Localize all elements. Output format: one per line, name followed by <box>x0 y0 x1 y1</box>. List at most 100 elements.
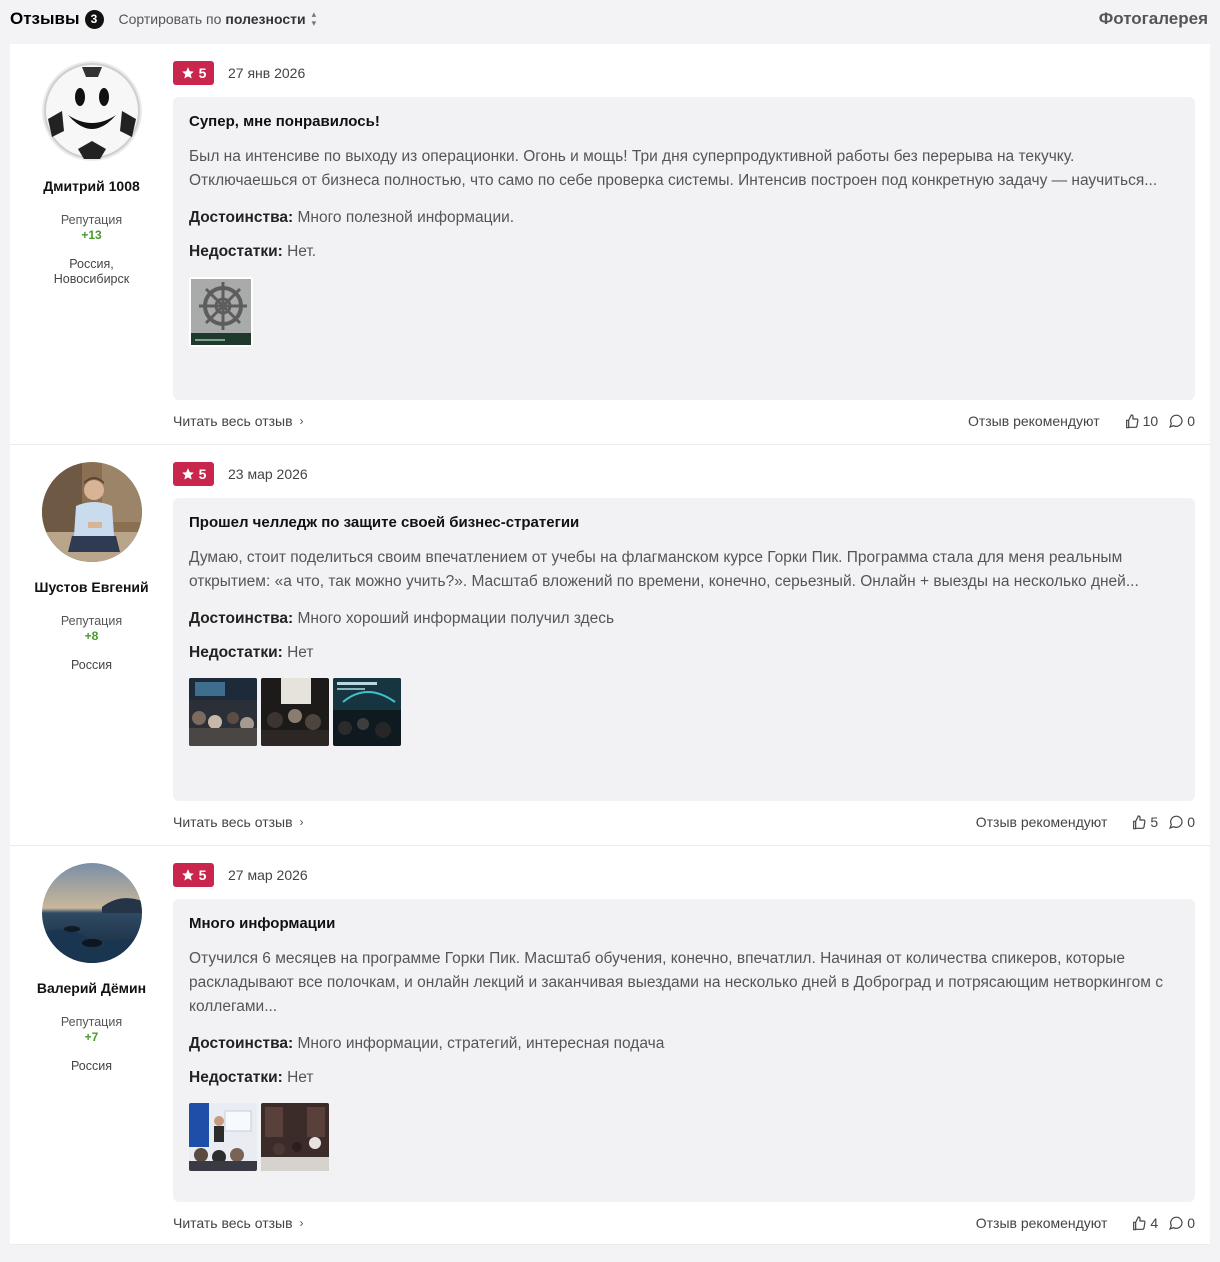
review-cons: Недостатки: Нет <box>189 644 1179 662</box>
author-name[interactable]: Шустов Евгений <box>34 579 148 595</box>
star-icon <box>181 869 194 881</box>
review-headline[interactable]: Прошел челледж по защите своей бизнес-ст… <box>189 514 1179 531</box>
cons-text: Нет. <box>287 243 317 260</box>
author-location: Россия <box>71 1059 112 1073</box>
review-photos <box>189 678 1179 746</box>
rating-value: 5 <box>198 466 207 482</box>
review-pros: Достоинства: Много полезной информации. <box>189 209 1179 227</box>
avatar[interactable] <box>41 61 142 161</box>
chevron-right-icon: › <box>299 1216 304 1230</box>
review-cons: Недостатки: Нет <box>189 1069 1179 1087</box>
thumbs-up-icon <box>1133 1216 1146 1231</box>
review-headline[interactable]: Супер, мне понравилось! <box>189 113 1179 130</box>
review-headline[interactable]: Много информации <box>189 915 1179 932</box>
review-author: Дмитрий 1008 Репутация +13 Россия, Новос… <box>10 44 173 444</box>
review-photos <box>189 277 1179 347</box>
read-full-review-link[interactable]: Читать весь отзыв › <box>173 814 304 830</box>
review-content: 5 23 мар 2026 Прошел челледж по защите с… <box>173 445 1210 845</box>
cons-label: Недостатки: <box>189 644 283 661</box>
chevron-right-icon: › <box>299 414 304 428</box>
review-content: 5 27 мар 2026 Много информации Отучился … <box>173 846 1210 1244</box>
pros-label: Достоинства: <box>189 1035 294 1052</box>
review-content: 5 27 янв 2026 Супер, мне понравилось! Бы… <box>173 44 1210 444</box>
read-more-label: Читать весь отзыв <box>173 1215 293 1231</box>
read-full-review-link[interactable]: Читать весь отзыв › <box>173 1215 304 1231</box>
review-bubble: Много информации Отучился 6 месяцев на п… <box>173 899 1195 1202</box>
author-location: Россия, Новосибирск <box>53 257 130 286</box>
review-bubble: Супер, мне понравилось! Был на интенсиве… <box>173 97 1195 400</box>
sort-arrows-icon: ▴ ▾ <box>311 9 317 28</box>
comment-count: 0 <box>1187 1215 1195 1231</box>
reviews-title: Отзывы <box>10 9 80 28</box>
review-author: Валерий Дёмин Репутация +7 Россия <box>10 846 173 1244</box>
sort-prefix: Сортировать по <box>118 11 222 27</box>
recommend-label: Отзыв рекомендуют <box>975 814 1108 830</box>
review-bubble: Прошел челледж по защите своей бизнес-ст… <box>173 498 1195 801</box>
photo-gallery-link[interactable]: Фотогалерея <box>1099 9 1208 29</box>
chevron-right-icon: › <box>299 815 304 829</box>
comment-icon <box>1169 414 1183 429</box>
cons-label: Недостатки: <box>189 1069 283 1086</box>
pros-text: Много хороший информации получил здесь <box>297 610 615 627</box>
reviews-list: Дмитрий 1008 Репутация +13 Россия, Новос… <box>10 44 1210 1245</box>
read-full-review-link[interactable]: Читать весь отзыв › <box>173 413 304 429</box>
reputation-value: +8 <box>84 629 99 643</box>
pros-label: Достоинства: <box>189 610 294 627</box>
review-photo[interactable] <box>261 678 329 746</box>
sort-dropdown[interactable]: Сортировать по полезности ▴ ▾ <box>119 10 317 28</box>
star-icon <box>181 67 194 79</box>
review-date: 23 мар 2026 <box>228 466 308 482</box>
recommend-label: Отзыв рекомендуют <box>975 1215 1108 1231</box>
reviews-header: Отзывы 3 Сортировать по полезности ▴ ▾ Фо… <box>0 0 1220 38</box>
like-button[interactable]: 4 <box>1131 1215 1158 1231</box>
thumbs-up-icon <box>1125 414 1139 429</box>
reputation-label: Репутация <box>60 614 123 628</box>
recommend-label: Отзыв рекомендуют <box>967 413 1100 429</box>
pros-text: Много информации, стратегий, интересная … <box>297 1035 665 1052</box>
thumbs-up-icon <box>1133 815 1146 830</box>
cons-text: Нет <box>287 1069 314 1086</box>
rating-badge: 5 <box>173 462 214 486</box>
like-button[interactable]: 5 <box>1131 814 1158 830</box>
review-cons: Недостатки: Нет. <box>189 243 1179 261</box>
like-count: 4 <box>1150 1215 1159 1231</box>
cons-label: Недостатки: <box>189 243 283 260</box>
rating-badge: 5 <box>173 61 214 85</box>
avatar[interactable] <box>41 863 142 963</box>
read-more-label: Читать весь отзыв <box>173 814 293 830</box>
avatar[interactable] <box>41 462 142 562</box>
like-count: 5 <box>1150 814 1159 830</box>
reputation-value: +7 <box>84 1030 99 1044</box>
author-name[interactable]: Дмитрий 1008 <box>43 178 140 194</box>
review-photos <box>189 1103 1179 1171</box>
star-icon <box>181 468 194 480</box>
review-author: Шустов Евгений Репутация +8 Россия <box>10 445 173 845</box>
comment-button[interactable]: 0 <box>1168 1215 1195 1231</box>
review-photo[interactable] <box>189 1103 257 1171</box>
reputation-value: +13 <box>81 228 102 242</box>
review-pros: Достоинства: Много хороший информации по… <box>189 610 1179 628</box>
comment-count: 0 <box>1187 814 1195 830</box>
like-button[interactable]: 10 <box>1124 413 1159 429</box>
review-text: Отучился 6 месяцев на программе Горки Пи… <box>189 950 1163 1015</box>
reputation-label: Репутация <box>60 213 123 227</box>
rating-value: 5 <box>198 867 207 883</box>
review-date: 27 мар 2026 <box>228 867 308 883</box>
comment-button[interactable]: 0 <box>1168 814 1195 830</box>
review-text: Думаю, стоит поделиться своим впечатлени… <box>189 549 1139 590</box>
like-count: 10 <box>1142 413 1159 429</box>
comment-icon <box>1169 815 1183 830</box>
pros-text: Много полезной информации. <box>297 209 515 226</box>
sort-value: полезности <box>225 11 306 27</box>
review-card: Дмитрий 1008 Репутация +13 Россия, Новос… <box>10 44 1210 445</box>
review-pros: Достоинства: Много информации, стратегий… <box>189 1035 1179 1053</box>
review-photo[interactable] <box>189 277 253 347</box>
comment-count: 0 <box>1187 413 1195 429</box>
review-photo[interactable] <box>261 1103 329 1171</box>
comment-button[interactable]: 0 <box>1168 413 1195 429</box>
review-card: Валерий Дёмин Репутация +7 Россия 5 27 м… <box>10 846 1210 1245</box>
reviews-count-badge: 3 <box>84 9 104 29</box>
review-photo[interactable] <box>333 678 401 746</box>
review-photo[interactable] <box>189 678 257 746</box>
author-name[interactable]: Валерий Дёмин <box>37 980 146 996</box>
